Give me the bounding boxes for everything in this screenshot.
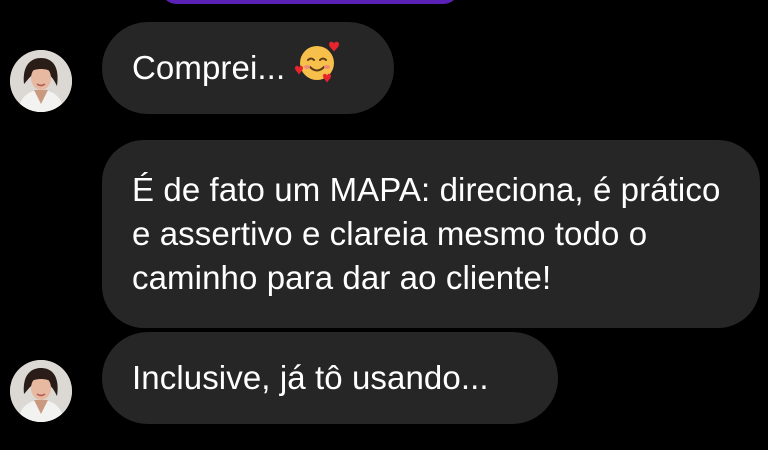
message-bubble[interactable]: Inclusive, já tô usando... [102,332,558,424]
message-text: Comprei... [132,49,286,87]
message-text: É de fato um MAPA: direciona, é prático … [132,171,721,296]
message-bubble[interactable]: É de fato um MAPA: direciona, é prático … [102,140,760,328]
message-text: Inclusive, já tô usando... [132,359,489,396]
avatar[interactable] [10,50,72,112]
profile-photo-icon [10,50,72,112]
smiling-face-with-hearts-icon [295,40,340,95]
avatar[interactable] [10,360,72,422]
previous-message-bubble[interactable] [160,0,460,4]
message-bubble[interactable]: Comprei... [102,22,394,114]
profile-photo-icon [10,360,72,422]
